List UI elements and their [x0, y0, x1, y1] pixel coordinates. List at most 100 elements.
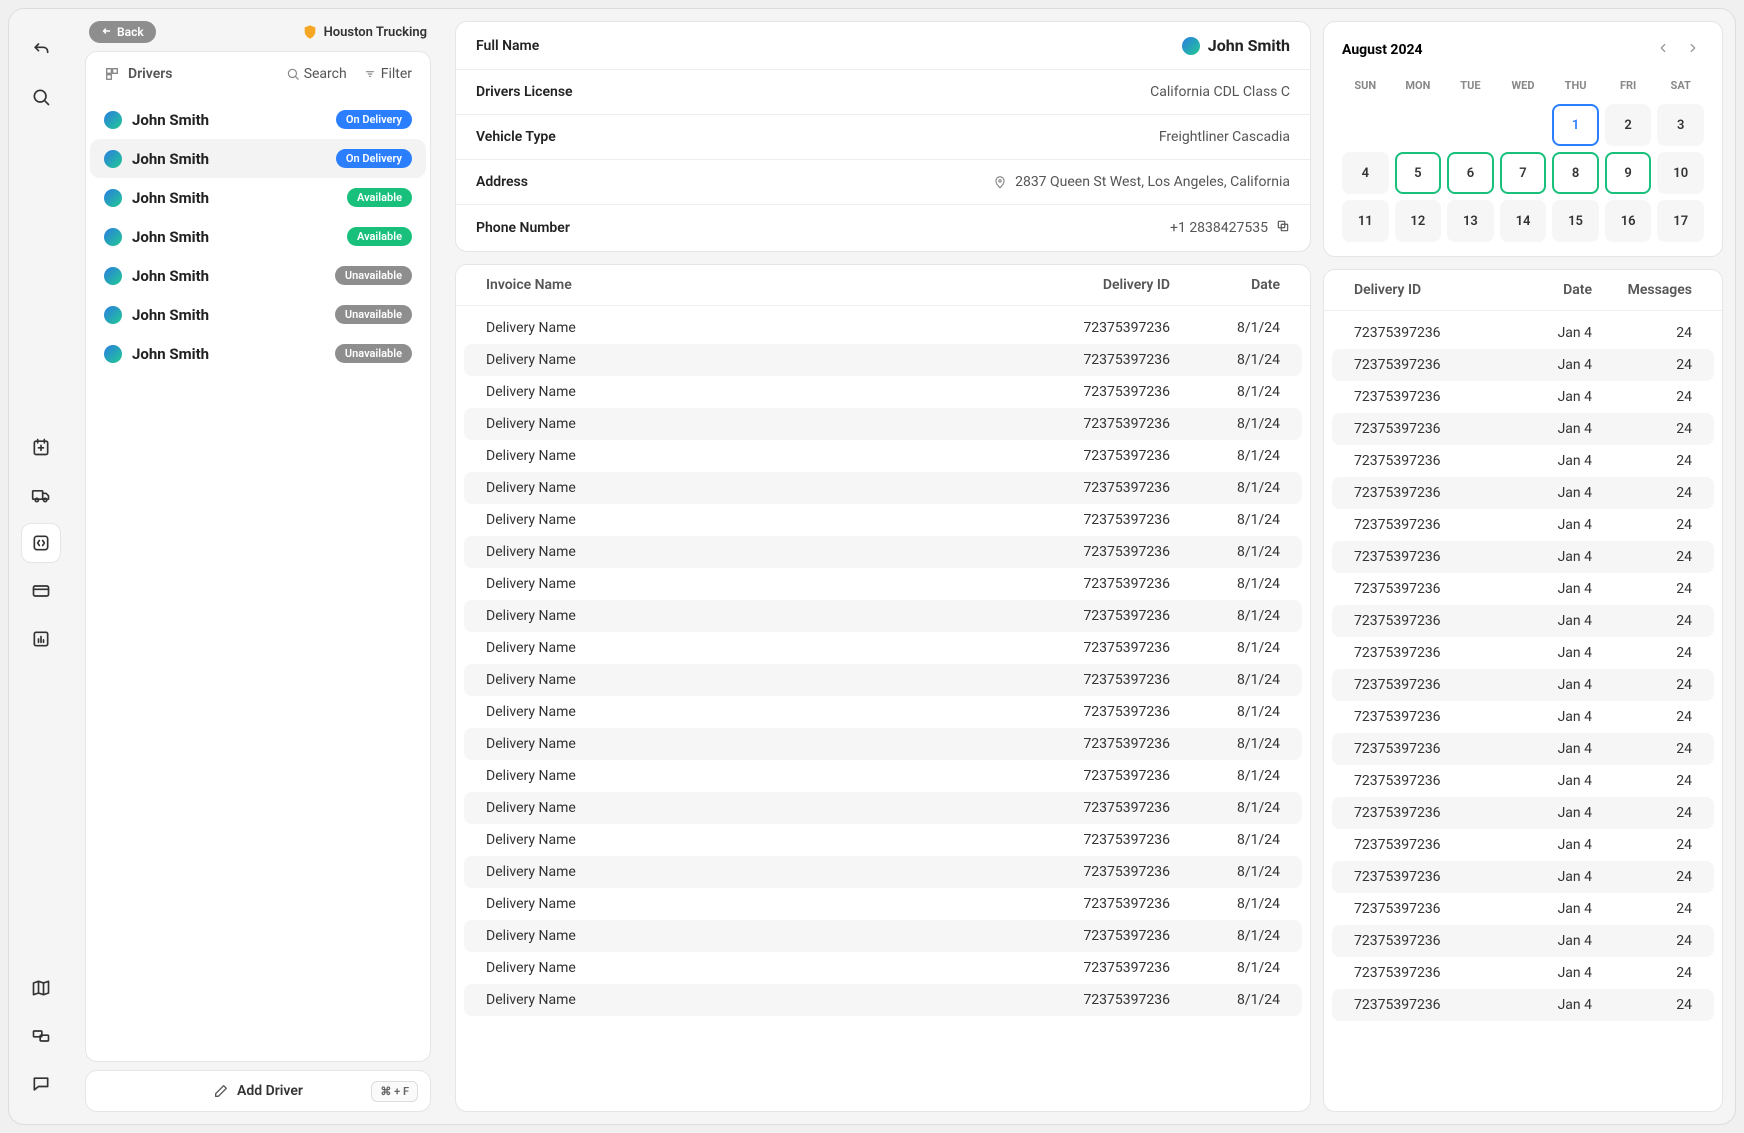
table-row[interactable]: Delivery Name 72375397236 8/1/24 — [464, 536, 1302, 568]
filter-action[interactable]: Filter — [363, 66, 412, 82]
table-row[interactable]: Delivery Name 72375397236 8/1/24 — [464, 952, 1302, 984]
table-row[interactable]: Delivery Name 72375397236 8/1/24 — [464, 344, 1302, 376]
driver-item[interactable]: John Smith On Delivery — [90, 100, 426, 139]
table-row[interactable]: Delivery Name 72375397236 8/1/24 — [464, 504, 1302, 536]
table-row[interactable]: 72375397236 Jan 4 24 — [1332, 989, 1714, 1021]
cal-day[interactable]: 1 — [1552, 104, 1599, 146]
table-row[interactable]: Delivery Name 72375397236 8/1/24 — [464, 856, 1302, 888]
driver-item[interactable]: John Smith On Delivery — [90, 139, 426, 178]
m-delivery-id: 72375397236 — [1354, 517, 1502, 533]
table-row[interactable]: 72375397236 Jan 4 24 — [1332, 573, 1714, 605]
cal-day[interactable]: 8 — [1552, 152, 1599, 194]
table-row[interactable]: Delivery Name 72375397236 8/1/24 — [464, 568, 1302, 600]
card-icon[interactable] — [21, 571, 61, 611]
table-row[interactable]: 72375397236 Jan 4 24 — [1332, 349, 1714, 381]
table-row[interactable]: Delivery Name 72375397236 8/1/24 — [464, 440, 1302, 472]
search-action[interactable]: Search — [286, 66, 347, 82]
table-row[interactable]: Delivery Name 72375397236 8/1/24 — [464, 728, 1302, 760]
invoice-name: Delivery Name — [486, 896, 1040, 912]
truck-icon[interactable] — [21, 475, 61, 515]
cal-day[interactable]: 5 — [1395, 152, 1442, 194]
table-row[interactable]: 72375397236 Jan 4 24 — [1332, 829, 1714, 861]
cal-day[interactable]: 15 — [1552, 200, 1599, 242]
cal-day[interactable]: 14 — [1500, 200, 1547, 242]
driver-item[interactable]: John Smith Unavailable — [90, 334, 426, 373]
table-row[interactable]: Delivery Name 72375397236 8/1/24 — [464, 376, 1302, 408]
m-count: 24 — [1592, 421, 1692, 437]
table-row[interactable]: Delivery Name 72375397236 8/1/24 — [464, 920, 1302, 952]
driver-details-card: Full Name John Smith Drivers License Cal… — [455, 21, 1311, 252]
back-button[interactable]: Back — [89, 21, 156, 43]
table-row[interactable]: 72375397236 Jan 4 24 — [1332, 605, 1714, 637]
search-button[interactable] — [21, 77, 61, 117]
undo-button[interactable] — [21, 29, 61, 69]
invoice-name: Delivery Name — [486, 416, 1040, 432]
table-row[interactable]: 72375397236 Jan 4 24 — [1332, 733, 1714, 765]
table-row[interactable]: 72375397236 Jan 4 24 — [1332, 381, 1714, 413]
table-row[interactable]: Delivery Name 72375397236 8/1/24 — [464, 408, 1302, 440]
cal-prev[interactable] — [1652, 36, 1674, 63]
table-row[interactable]: 72375397236 Jan 4 24 — [1332, 477, 1714, 509]
m-count: 24 — [1592, 325, 1692, 341]
table-row[interactable]: 72375397236 Jan 4 24 — [1332, 445, 1714, 477]
cal-day[interactable]: 7 — [1500, 152, 1547, 194]
table-row[interactable]: 72375397236 Jan 4 24 — [1332, 637, 1714, 669]
table-row[interactable]: 72375397236 Jan 4 24 — [1332, 509, 1714, 541]
table-row[interactable]: Delivery Name 72375397236 8/1/24 — [464, 312, 1302, 344]
cal-day[interactable]: 4 — [1342, 152, 1389, 194]
code-icon[interactable] — [21, 523, 61, 563]
avatar — [104, 267, 122, 285]
table-row[interactable]: 72375397236 Jan 4 24 — [1332, 861, 1714, 893]
table-row[interactable]: Delivery Name 72375397236 8/1/24 — [464, 632, 1302, 664]
driver-item[interactable]: John Smith Unavailable — [90, 256, 426, 295]
m-date: Jan 4 — [1502, 325, 1592, 341]
cal-day[interactable]: 12 — [1395, 200, 1442, 242]
table-row[interactable]: Delivery Name 72375397236 8/1/24 — [464, 792, 1302, 824]
transfer-icon[interactable] — [21, 1016, 61, 1056]
cal-day[interactable]: 6 — [1447, 152, 1494, 194]
driver-item[interactable]: John Smith Available — [90, 178, 426, 217]
pin-icon — [993, 175, 1007, 189]
table-row[interactable]: Delivery Name 72375397236 8/1/24 — [464, 824, 1302, 856]
table-row[interactable]: 72375397236 Jan 4 24 — [1332, 701, 1714, 733]
cal-dow: THU — [1552, 73, 1599, 98]
table-row[interactable]: Delivery Name 72375397236 8/1/24 — [464, 696, 1302, 728]
table-row[interactable]: 72375397236 Jan 4 24 — [1332, 765, 1714, 797]
shield-icon — [302, 24, 318, 40]
table-row[interactable]: 72375397236 Jan 4 24 — [1332, 957, 1714, 989]
table-row[interactable]: Delivery Name 72375397236 8/1/24 — [464, 760, 1302, 792]
table-row[interactable]: Delivery Name 72375397236 8/1/24 — [464, 984, 1302, 1016]
table-row[interactable]: 72375397236 Jan 4 24 — [1332, 317, 1714, 349]
cal-next[interactable] — [1682, 36, 1704, 63]
m-date: Jan 4 — [1502, 709, 1592, 725]
table-row[interactable]: 72375397236 Jan 4 24 — [1332, 797, 1714, 829]
table-row[interactable]: 72375397236 Jan 4 24 — [1332, 541, 1714, 573]
table-row[interactable]: 72375397236 Jan 4 24 — [1332, 925, 1714, 957]
table-row[interactable]: 72375397236 Jan 4 24 — [1332, 893, 1714, 925]
m-date: Jan 4 — [1502, 933, 1592, 949]
cal-day[interactable]: 9 — [1605, 152, 1652, 194]
cal-day[interactable]: 16 — [1605, 200, 1652, 242]
cal-day[interactable]: 2 — [1605, 104, 1652, 146]
invoice-name: Delivery Name — [486, 736, 1040, 752]
cal-day[interactable]: 13 — [1447, 200, 1494, 242]
table-row[interactable]: Delivery Name 72375397236 8/1/24 — [464, 664, 1302, 696]
cal-day[interactable]: 3 — [1657, 104, 1704, 146]
add-event-icon[interactable] — [21, 427, 61, 467]
copy-icon[interactable] — [1276, 219, 1290, 237]
map-icon[interactable] — [21, 968, 61, 1008]
table-row[interactable]: Delivery Name 72375397236 8/1/24 — [464, 472, 1302, 504]
cal-day[interactable]: 11 — [1342, 200, 1389, 242]
chart-icon[interactable] — [21, 619, 61, 659]
table-row[interactable]: Delivery Name 72375397236 8/1/24 — [464, 888, 1302, 920]
driver-item[interactable]: John Smith Unavailable — [90, 295, 426, 334]
table-row[interactable]: 72375397236 Jan 4 24 — [1332, 669, 1714, 701]
m-count: 24 — [1592, 517, 1692, 533]
chat-icon[interactable] — [21, 1064, 61, 1104]
table-row[interactable]: 72375397236 Jan 4 24 — [1332, 413, 1714, 445]
table-row[interactable]: Delivery Name 72375397236 8/1/24 — [464, 600, 1302, 632]
cal-day[interactable]: 17 — [1657, 200, 1704, 242]
add-driver-button[interactable]: Add Driver ⌘ + F — [85, 1070, 431, 1112]
cal-day[interactable]: 10 — [1657, 152, 1704, 194]
driver-item[interactable]: John Smith Available — [90, 217, 426, 256]
